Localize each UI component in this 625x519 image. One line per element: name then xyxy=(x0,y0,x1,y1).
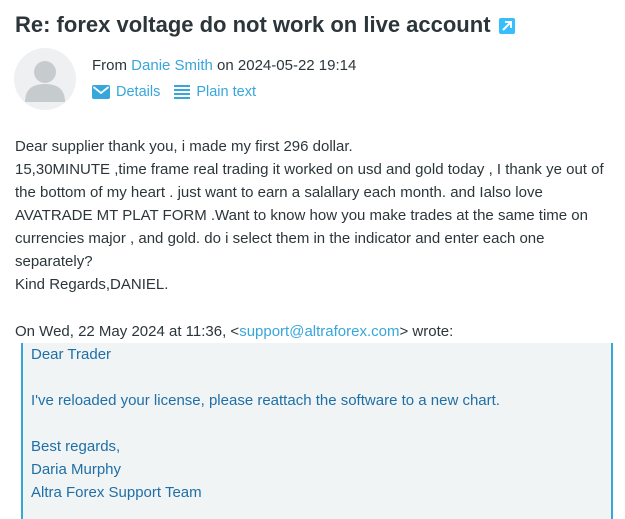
message-body: Dear supplier thank you, i made my first… xyxy=(15,135,615,296)
plain-text-label: Plain text xyxy=(196,84,256,100)
quote-signature-team: Altra Forex Support Team xyxy=(31,484,202,501)
details-label: Details xyxy=(116,84,161,100)
list-icon xyxy=(174,85,191,99)
message-subject: Re: forex voltage do not work on live ac… xyxy=(15,12,515,38)
quote-spacer xyxy=(31,366,611,389)
message-header-from: From Danie Smith on 2024-05-22 19:14 xyxy=(92,57,356,74)
quote-intro-suffix: > wrote: xyxy=(399,323,454,340)
details-button[interactable]: Details xyxy=(92,84,160,100)
quote-regards: Best regards, xyxy=(31,438,121,455)
date-prefix: on xyxy=(212,57,238,74)
quote-intro-prefix: On Wed, 22 May 2024 at 11:36, < xyxy=(15,323,240,340)
message-view: Re: forex voltage do not work on live ac… xyxy=(0,0,625,519)
body-line: currencies major , and gold. do i select… xyxy=(15,230,545,247)
user-avatar-icon xyxy=(25,61,65,102)
quote-greeting: Dear Trader xyxy=(31,346,112,363)
body-line: 15,30MINUTE ,time frame real trading it … xyxy=(15,161,604,178)
external-link-icon[interactable] xyxy=(498,18,515,34)
body-line: separately? xyxy=(15,253,93,270)
body-line: the bottom of my heart . just want to ea… xyxy=(15,184,543,201)
body-line: AVATRADE MT PLAT FORM .Want to know how … xyxy=(15,207,588,224)
quote-intro: On Wed, 22 May 2024 at 11:36, <support@a… xyxy=(15,320,453,343)
body-line: Dear supplier thank you, i made my first… xyxy=(15,138,353,155)
body-line: Kind Regards,DANIEL. xyxy=(15,276,169,293)
quote-signature-name: Daria Murphy xyxy=(31,461,122,478)
sender-avatar xyxy=(14,48,76,110)
header-actions: Details Plain text xyxy=(92,84,270,100)
plain-text-button[interactable]: Plain text xyxy=(174,84,256,100)
sender-link[interactable]: Danie Smith xyxy=(131,57,213,74)
message-date: 2024-05-22 19:14 xyxy=(237,57,357,74)
quote-line: I've reloaded your license, please reatt… xyxy=(31,392,500,409)
quote-email-link[interactable]: support@altraforex.com xyxy=(239,323,399,340)
envelope-icon xyxy=(92,85,110,99)
quoted-message: Dear Trader I've reloaded your license, … xyxy=(21,343,613,519)
from-label: From xyxy=(92,57,132,74)
quote-spacer xyxy=(31,412,611,435)
subject-text: Re: forex voltage do not work on live ac… xyxy=(15,12,491,37)
